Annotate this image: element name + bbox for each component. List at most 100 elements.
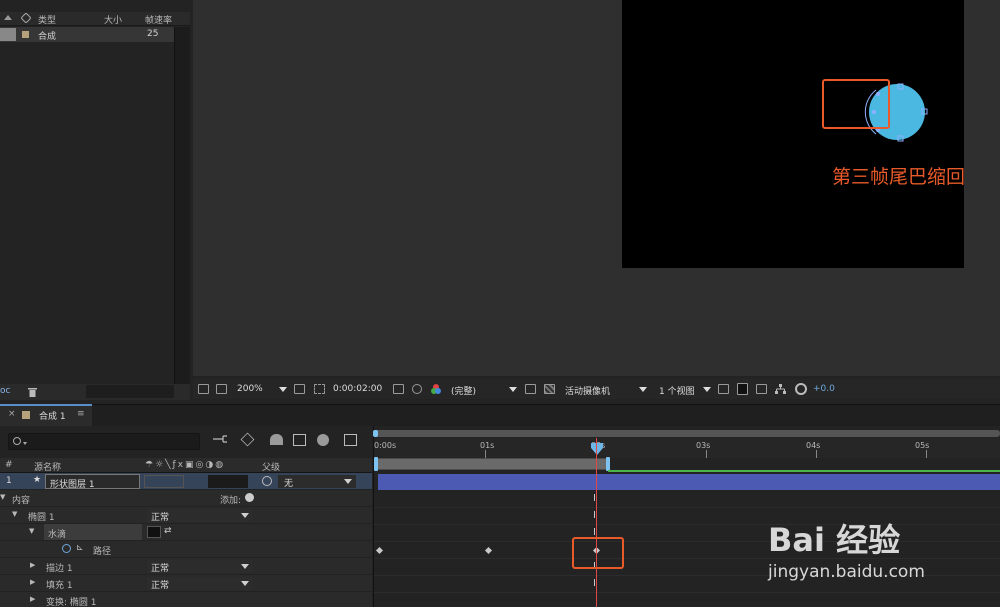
timeline-tab[interactable]: × 合成 1 ≡ [0, 404, 92, 426]
column-size[interactable]: 大小 [104, 13, 122, 26]
baidu-watermark-logo: Bai 经验 [768, 521, 901, 559]
column-source-name[interactable]: 源名称 [34, 460, 61, 473]
render-cache-bar [608, 470, 1000, 472]
contents-row[interactable]: ▼ 内容 添加: [0, 490, 372, 507]
timeline-icon[interactable] [756, 384, 767, 394]
frame-blending-icon[interactable] [293, 434, 306, 446]
fill-row[interactable]: ▶ 填充 1 正常 [0, 575, 372, 592]
layer-search-input[interactable] [8, 433, 200, 450]
work-area-bar[interactable] [376, 458, 608, 470]
ellipse-blend-mode-select[interactable]: 正常 [147, 509, 253, 523]
resolution-chevron-icon[interactable] [509, 387, 517, 392]
collapse-arrow-icon[interactable]: ▶ [30, 561, 35, 569]
always-preview-icon[interactable] [198, 384, 209, 394]
toggle-pixel-aspect-icon[interactable] [718, 384, 729, 394]
motion-blur-icon[interactable] [317, 434, 329, 446]
ruler-tick [706, 450, 707, 458]
monitor-icon[interactable] [216, 384, 227, 394]
stroke-blend-mode-select[interactable]: 正常 [147, 560, 253, 574]
switches-icons[interactable]: ☂☼╲ƒx▣◎◑◍ [145, 460, 225, 470]
fast-previews-icon[interactable] [737, 383, 748, 395]
resolution-select[interactable]: (完整) [451, 384, 476, 397]
collapse-arrow-icon[interactable]: ▶ [30, 578, 35, 586]
layer-duration-bar[interactable] [378, 474, 1000, 490]
ruler-tick [485, 450, 486, 458]
transparency-grid-icon[interactable] [544, 384, 555, 394]
comp-mini-flowchart-icon[interactable] [213, 434, 227, 445]
views-select[interactable]: 1 个视图 [659, 384, 695, 397]
path-property-row[interactable]: ⊾ 路径 [0, 541, 372, 558]
project-scrollbar[interactable] [174, 27, 190, 387]
reverse-path-icon[interactable] [147, 526, 161, 538]
stroke-blend-chevron-icon [241, 564, 249, 569]
layer-row[interactable]: 1 ★ 形状图层 1 无 [0, 473, 372, 490]
zoom-select[interactable]: 200% [237, 384, 263, 394]
add-play-icon[interactable] [245, 493, 254, 502]
ellipse-group-row[interactable]: ▼ 椭圆 1 正常 [0, 507, 372, 524]
timecode-display[interactable]: 0:00:02:00 [333, 384, 382, 394]
transform-row[interactable]: ▶ 变换: 椭圆 1 [0, 592, 372, 607]
mask-toggle-icon[interactable] [314, 384, 325, 394]
graph-icon[interactable]: ⊾ [76, 543, 84, 553]
trash-icon[interactable] [28, 387, 37, 397]
playhead-handle[interactable] [591, 443, 603, 455]
ellipse-blend-chevron-icon [241, 513, 249, 518]
navigator-start-handle[interactable] [373, 430, 378, 437]
stopwatch-icon[interactable] [62, 544, 71, 553]
timeline-tab-label[interactable]: 合成 1 [39, 409, 66, 422]
column-number[interactable]: # [5, 460, 13, 470]
region-of-interest-icon[interactable] [525, 384, 536, 394]
exposure-value[interactable]: +0.0 [813, 384, 835, 394]
layer-name-field[interactable]: 形状图层 1 [45, 474, 140, 490]
composition-canvas[interactable] [622, 0, 964, 268]
graph-editor-icon[interactable] [344, 434, 357, 446]
baidu-watermark-url: jingyan.baidu.com [768, 562, 925, 582]
stroke-row[interactable]: ▶ 描边 1 正常 [0, 558, 372, 575]
waterdrop-path-row[interactable]: ▼ 水滴 ⇄ [0, 524, 372, 541]
work-area-start-handle[interactable] [374, 457, 378, 471]
column-parent[interactable]: 父级 [262, 460, 280, 473]
safe-margins-icon[interactable] [294, 384, 305, 394]
expand-arrow-icon[interactable]: ▼ [12, 510, 17, 518]
ruler-label-5: 05s [915, 441, 930, 450]
collapse-arrow-icon[interactable]: ▶ [30, 595, 35, 603]
sort-up-icon[interactable] [4, 15, 12, 20]
layer-switches[interactable] [144, 475, 184, 488]
playhead-marker-icon: I [593, 493, 596, 504]
flowchart-view-icon[interactable] [775, 384, 786, 394]
project-item-row[interactable]: 合成 25 [0, 27, 190, 42]
exposure-reset-icon[interactable] [795, 383, 807, 395]
camera-select[interactable]: 活动摄像机 [565, 384, 610, 397]
label-tag-icon[interactable] [20, 12, 32, 24]
hide-shy-layers-icon[interactable] [270, 434, 283, 445]
playhead-marker-icon: I [593, 578, 596, 589]
camera-chevron-icon[interactable] [639, 387, 647, 392]
zoom-chevron-icon[interactable] [279, 387, 287, 392]
expand-arrow-icon[interactable]: ▼ [0, 493, 5, 501]
work-area-end-handle[interactable] [606, 457, 610, 471]
column-type[interactable]: 类型 [38, 13, 56, 26]
views-chevron-icon[interactable] [703, 387, 711, 392]
show-snapshot-icon[interactable] [412, 384, 422, 394]
fill-blend-mode-select[interactable]: 正常 [147, 577, 253, 591]
footer-spacer [86, 385, 174, 398]
snapshot-icon[interactable] [393, 384, 404, 394]
column-fps[interactable]: 帧速率 [145, 13, 172, 26]
tab-menu-icon[interactable]: ≡ [77, 409, 85, 419]
shape-layer-star-icon: ★ [33, 475, 42, 485]
search-dropdown-icon[interactable] [23, 442, 27, 445]
layer-effect-switches[interactable] [208, 475, 248, 488]
color-channels-icon[interactable] [430, 383, 442, 395]
close-icon[interactable]: × [8, 409, 16, 419]
waterdrop-label[interactable]: 水滴 [44, 524, 142, 540]
swap-icon[interactable]: ⇄ [164, 526, 172, 536]
add-label[interactable]: 添加: [220, 493, 241, 506]
ruler-label-1: 01s [480, 441, 495, 450]
item-type: 合成 [38, 32, 57, 42]
parent-pickwhip-icon[interactable] [262, 476, 272, 486]
time-navigator[interactable] [374, 430, 1000, 437]
expand-arrow-icon[interactable]: ▼ [29, 527, 34, 535]
contents-label: 内容 [12, 496, 31, 506]
time-ruler[interactable]: 0:00s 01s 02s 03s 04s 05s [374, 438, 1000, 458]
parent-select[interactable]: 无 [278, 475, 356, 489]
